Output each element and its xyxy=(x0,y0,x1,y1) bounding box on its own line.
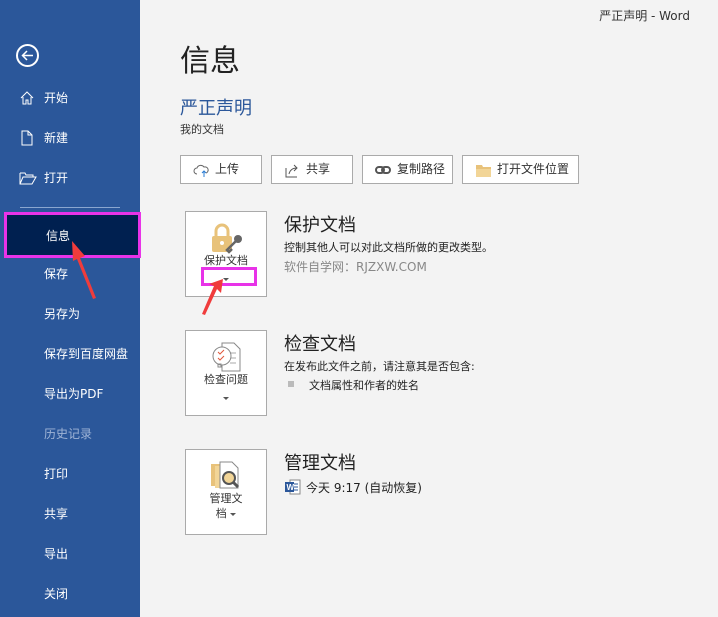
page-title: 信息 xyxy=(180,44,240,79)
sidebar-item-save-as[interactable]: 另存为 xyxy=(0,302,140,326)
document-name: 严正声明 xyxy=(180,98,252,119)
check-issues-button[interactable]: 检查问题 xyxy=(185,330,267,416)
manage-title: 管理文档 xyxy=(284,453,356,474)
dropdown-caret-icon xyxy=(186,391,266,404)
share-button[interactable]: 共享 xyxy=(271,155,353,184)
new-doc-icon xyxy=(21,130,33,146)
dropdown-caret-icon xyxy=(230,512,237,516)
sidebar-divider xyxy=(20,207,120,208)
manage-document-icon xyxy=(211,461,240,489)
folder-open-icon xyxy=(19,172,37,185)
svg-text:W: W xyxy=(287,483,295,492)
protect-description: 控制其他人可以对此文档所做的更改类型。 xyxy=(284,241,493,254)
link-icon xyxy=(375,166,391,174)
highlight-box xyxy=(201,267,257,286)
inspect-bullet: 文档属性和作者的姓名 xyxy=(309,379,419,392)
sidebar-item-export-pdf[interactable]: 导出为PDF xyxy=(0,382,140,406)
copy-path-button[interactable]: 复制路径 xyxy=(362,155,453,184)
back-button[interactable] xyxy=(16,44,39,67)
home-icon xyxy=(20,91,34,105)
sidebar-item-save[interactable]: 保存 xyxy=(0,262,140,286)
lock-key-icon xyxy=(212,223,242,254)
backstage-sidebar: 开始 新建 打开 信息 保存 另存为 保存到百度网盘 导出为PDF 历史记录 打… xyxy=(0,0,141,617)
version-entry[interactable]: 今天 9:17 (自动恢复) xyxy=(306,479,422,496)
inspect-document-icon xyxy=(212,342,241,372)
sidebar-item-save-baidu[interactable]: 保存到百度网盘 xyxy=(0,342,140,366)
sidebar-item-info[interactable]: 信息 xyxy=(4,212,141,258)
watermark-text: 软件自学网：RJZXW.COM xyxy=(284,260,427,274)
upload-button[interactable]: 上传 xyxy=(180,155,262,184)
back-arrow-icon xyxy=(21,50,33,61)
folder-icon xyxy=(476,165,491,177)
sidebar-item-new[interactable]: 新建 xyxy=(0,126,140,150)
document-location: 我的文档 xyxy=(180,123,224,136)
bullet-icon xyxy=(288,381,294,387)
manage-document-button[interactable]: 管理文 档 xyxy=(185,449,267,535)
sidebar-item-share[interactable]: 共享 xyxy=(0,502,140,526)
open-file-location-button[interactable]: 打开文件位置 xyxy=(462,155,579,184)
share-icon xyxy=(285,164,298,178)
cloud-upload-icon xyxy=(193,164,209,177)
window-title: 严正声明 - Word xyxy=(599,9,690,23)
inspect-title: 检查文档 xyxy=(284,334,356,355)
sidebar-item-print[interactable]: 打印 xyxy=(0,462,140,486)
sidebar-item-close[interactable]: 关闭 xyxy=(0,582,140,606)
sidebar-item-history: 历史记录 xyxy=(44,427,93,441)
sidebar-item-home[interactable]: 开始 xyxy=(0,86,140,110)
protect-title: 保护文档 xyxy=(284,215,356,236)
word-doc-icon: W xyxy=(285,479,301,495)
sidebar-item-export[interactable]: 导出 xyxy=(0,542,140,566)
inspect-description: 在发布此文件之前，请注意其是否包含: xyxy=(284,360,475,373)
card-label-cont: 档 xyxy=(215,507,227,520)
sidebar-item-open[interactable]: 打开 xyxy=(0,166,140,190)
